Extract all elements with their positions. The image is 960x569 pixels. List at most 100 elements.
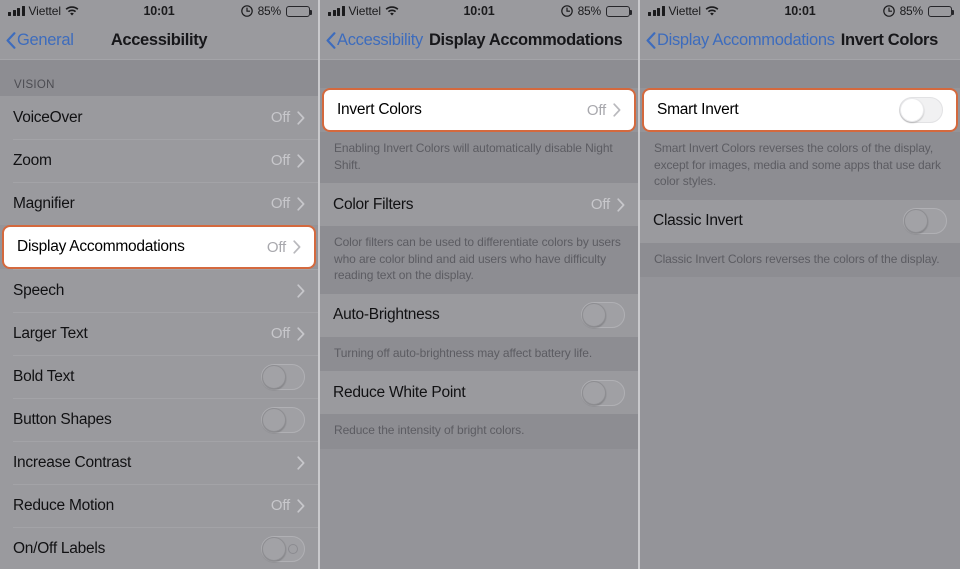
row-label: Smart Invert — [657, 101, 739, 118]
footer-color-filters: Color filters can be used to differentia… — [320, 226, 638, 294]
chevron-left-icon — [6, 32, 16, 49]
battery-percent-label: 85% — [257, 4, 282, 18]
panel-accessibility: Viettel 10:01 85% General Accessibility … — [0, 0, 320, 569]
panel-invert-colors: Viettel 10:01 85% Display Accommodations — [640, 0, 960, 569]
battery-percent-label: 85% — [577, 4, 602, 18]
nav-bar: Display Accommodations Invert Colors — [640, 22, 960, 60]
chevron-right-icon — [617, 197, 625, 212]
row-value: Off — [586, 101, 606, 119]
row-display-accommodations[interactable]: Display Accommodations Off — [2, 225, 316, 269]
footer-reduce-white-point: Reduce the intensity of bright colors. — [320, 414, 638, 449]
chevron-right-icon — [293, 240, 301, 254]
row-label: Button Shapes — [13, 410, 112, 428]
row-value: Off — [270, 152, 290, 169]
chevron-right-icon — [297, 326, 305, 341]
chevron-right-icon — [297, 283, 305, 298]
chevron-right-icon — [613, 103, 621, 117]
row-button-shapes[interactable]: Button Shapes — [0, 398, 318, 441]
row-reduce-white-point[interactable]: Reduce White Point — [320, 371, 638, 415]
reduce-white-point-toggle[interactable] — [581, 379, 625, 406]
row-value: Off — [270, 109, 290, 126]
back-button-accessibility[interactable]: Accessibility — [326, 31, 423, 50]
row-value: Off — [590, 196, 610, 214]
settings-list: VISION VoiceOver Off Zoom Off Magnifier … — [0, 60, 318, 569]
chevron-right-icon — [297, 196, 305, 211]
chevron-right-icon — [297, 498, 305, 513]
nav-bar: Accessibility Display Accommodations — [320, 22, 638, 60]
chevron-left-icon — [326, 32, 336, 49]
smart-invert-toggle[interactable] — [899, 97, 943, 123]
battery-icon — [928, 5, 955, 17]
back-button-label: Display Accommodations — [657, 31, 835, 49]
row-zoom[interactable]: Zoom Off — [0, 139, 318, 182]
row-label: Reduce White Point — [333, 383, 466, 401]
top-spacer — [640, 60, 960, 88]
status-bar-right: 85% — [560, 4, 633, 18]
bold-text-toggle[interactable] — [261, 363, 305, 390]
battery-icon — [606, 5, 633, 17]
row-classic-invert[interactable]: Classic Invert — [640, 199, 960, 243]
row-value: Off — [270, 325, 290, 342]
classic-invert-toggle[interactable] — [903, 208, 947, 235]
settings-list: Invert Colors Off Enabling Invert Colors… — [320, 60, 638, 449]
back-button-label: Accessibility — [337, 31, 423, 49]
page-title: Display Accommodations — [428, 31, 623, 49]
row-speech[interactable]: Speech — [0, 269, 318, 312]
row-smart-invert[interactable]: Smart Invert — [642, 88, 958, 132]
row-label: Invert Colors — [337, 101, 422, 118]
row-label: Increase Contrast — [13, 453, 132, 471]
chevron-right-icon — [297, 153, 305, 168]
row-label: Zoom — [13, 151, 52, 169]
row-on-off-labels[interactable]: On/Off Labels — [0, 527, 318, 569]
footer-smart-invert: Smart Invert Colors reverses the colors … — [640, 132, 960, 200]
status-bar-right: 85% — [882, 4, 955, 18]
row-label: Classic Invert — [653, 212, 743, 230]
row-reduce-motion[interactable]: Reduce Motion Off — [0, 484, 318, 527]
status-bar: Viettel 10:01 85% — [0, 0, 318, 22]
row-label: Reduce Motion — [13, 496, 115, 514]
back-button-label: General — [17, 31, 74, 49]
location-services-icon — [882, 5, 895, 17]
three-panel-screenshot: Viettel 10:01 85% General Accessibility … — [0, 0, 960, 569]
row-voiceover[interactable]: VoiceOver Off — [0, 96, 318, 139]
location-services-icon — [560, 5, 573, 17]
row-label: Color Filters — [333, 195, 414, 213]
row-magnifier[interactable]: Magnifier Off — [0, 182, 318, 225]
row-larger-text[interactable]: Larger Text Off — [0, 312, 318, 355]
status-bar: Viettel 10:01 85% — [320, 0, 638, 22]
auto-brightness-toggle[interactable] — [581, 302, 625, 329]
nav-bar: General Accessibility — [0, 22, 318, 60]
page-title: Invert Colors — [840, 31, 939, 49]
top-spacer — [320, 60, 638, 88]
settings-list: Smart Invert Smart Invert Colors reverse… — [640, 60, 960, 278]
toggle-off-label-icon — [288, 543, 298, 554]
row-auto-brightness[interactable]: Auto-Brightness — [320, 293, 638, 337]
row-value: Off — [266, 238, 286, 256]
row-increase-contrast[interactable]: Increase Contrast — [0, 441, 318, 484]
on-off-labels-toggle[interactable] — [261, 535, 305, 562]
row-invert-colors[interactable]: Invert Colors Off — [322, 88, 636, 132]
status-bar: Viettel 10:01 85% — [640, 0, 960, 22]
row-label: Speech — [13, 281, 65, 299]
row-label: Display Accommodations — [17, 238, 185, 255]
row-color-filters[interactable]: Color Filters Off — [320, 183, 638, 227]
row-value: Off — [270, 195, 290, 212]
chevron-right-icon — [297, 110, 305, 125]
row-value: Off — [270, 497, 290, 514]
footer-invert-colors: Enabling Invert Colors will automaticall… — [320, 132, 638, 184]
back-button-general[interactable]: General — [6, 31, 74, 50]
row-label: Larger Text — [13, 324, 88, 342]
row-label: VoiceOver — [13, 108, 83, 126]
row-label: On/Off Labels — [13, 539, 106, 557]
section-header-vision: VISION — [0, 60, 318, 96]
chevron-left-icon — [646, 32, 656, 49]
status-bar-right: 85% — [240, 4, 313, 18]
location-services-icon — [240, 5, 253, 17]
button-shapes-toggle[interactable] — [261, 406, 305, 433]
row-bold-text[interactable]: Bold Text — [0, 355, 318, 398]
footer-classic-invert: Classic Invert Colors reverses the color… — [640, 242, 960, 278]
battery-icon — [286, 5, 313, 17]
battery-percent-label: 85% — [899, 4, 924, 18]
footer-auto-brightness: Turning off auto-brightness may affect b… — [320, 336, 638, 372]
back-button-display-accommodations[interactable]: Display Accommodations — [646, 31, 835, 50]
